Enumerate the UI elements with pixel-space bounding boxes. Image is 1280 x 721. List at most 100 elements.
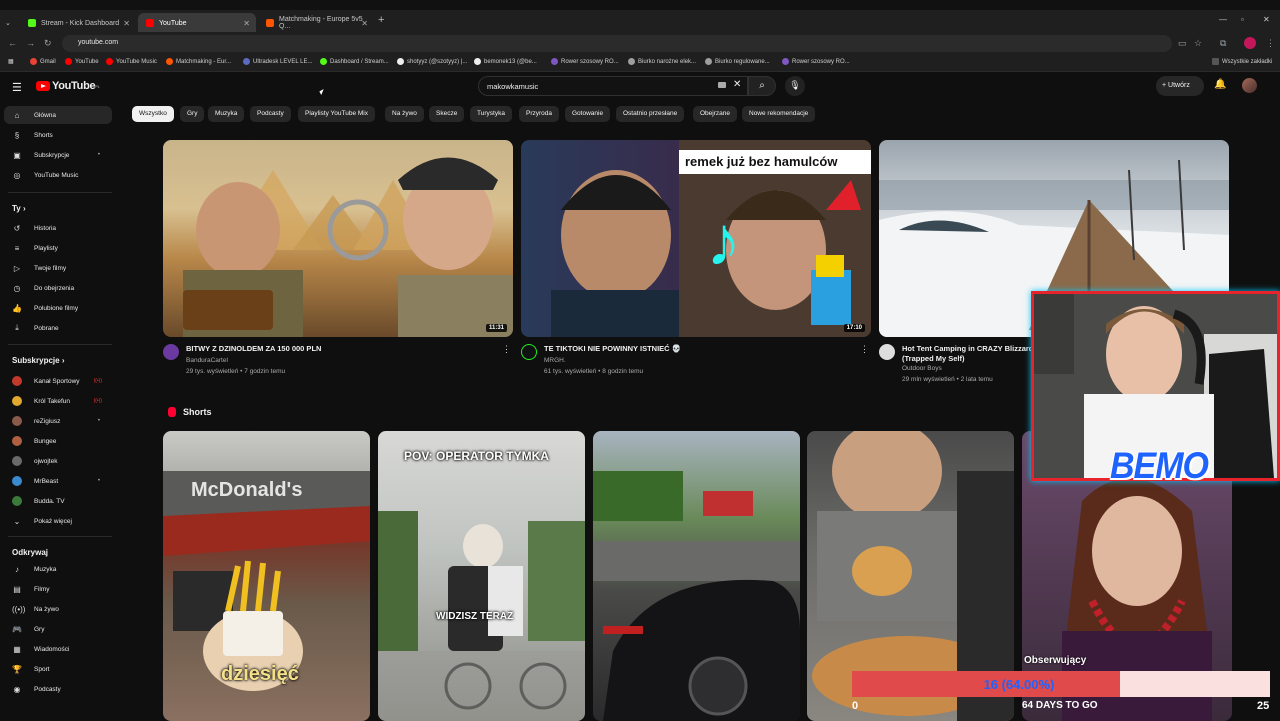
browser-menu-icon[interactable]: ⋮ (1266, 38, 1275, 49)
channel-avatar[interactable] (879, 344, 895, 360)
close-icon[interactable]: ✕ (243, 19, 250, 28)
bookmark-gmail[interactable]: Gmail (30, 58, 56, 65)
sidebar-item-live[interactable]: ((•)) Na żywo (4, 600, 112, 618)
bookmark-rower-1[interactable]: Rower szosowy RO... (551, 58, 619, 65)
close-icon[interactable]: ✕ (123, 19, 130, 28)
sidebar-item-downloads[interactable]: ⤓ Pobrane (4, 319, 112, 337)
sidebar-item-playlists[interactable]: ≡ Playlisty (4, 239, 112, 257)
avatar[interactable] (1242, 78, 1257, 93)
sidebar-you-heading[interactable]: Ty › (12, 204, 26, 213)
bookmark-star-icon[interactable]: ☆ (1194, 38, 1202, 49)
sidebar-channel-bungee[interactable]: Bungee (4, 432, 112, 450)
sidebar-channel-rezigiusz[interactable]: reZigiusz • (4, 412, 112, 430)
chip-tourism[interactable]: Turystyka (470, 106, 512, 122)
sidebar-item-films[interactable]: ▤ Filmy (4, 580, 112, 598)
short-card[interactable]: POV: OPERATOR TYMKA WIDZISZ TERAZ (378, 431, 585, 721)
all-bookmarks[interactable]: Wszystkie zakładki (1212, 58, 1272, 65)
bookmark-matchmaking[interactable]: Matchmaking - Eur... (166, 58, 231, 65)
forward-icon[interactable]: → (26, 38, 35, 48)
youtube-logo[interactable]: YouTube PL (36, 80, 100, 92)
close-icon[interactable]: ✕ (361, 19, 368, 28)
reload-icon[interactable]: ↻ (44, 38, 52, 49)
sidebar-item-history[interactable]: ↺ Historia (4, 219, 112, 237)
clear-search-icon[interactable]: ✕ (733, 79, 741, 90)
channel-name[interactable]: MRGH. (544, 357, 566, 364)
channel-avatar[interactable] (163, 344, 179, 360)
search-button[interactable]: ⌕ (748, 76, 776, 96)
chip-games[interactable]: Gry (180, 106, 205, 122)
notifications-bell-icon[interactable]: 🔔 (1214, 79, 1226, 90)
bookmark-ultradesk[interactable]: Ultradesk LEVEL LE... (243, 58, 312, 65)
chip-music[interactable]: Muzyka (208, 106, 245, 122)
new-tab-icon[interactable]: + (378, 14, 384, 26)
search-input[interactable]: makowkamusic (478, 76, 748, 96)
voice-search-button[interactable]: 🎙 (785, 76, 805, 96)
chip-youtube-mix[interactable]: Playlisty YouTube Mix (298, 106, 375, 122)
chip-recently-uploaded[interactable]: Ostatnio przesłane (616, 106, 685, 122)
bookmark-dashboard[interactable]: Dashboard / Stream... (320, 58, 389, 65)
back-icon[interactable]: ← (8, 38, 17, 48)
window-close-icon[interactable]: ✕ (1263, 15, 1270, 24)
bookmark-youtube-music[interactable]: YouTube Music (106, 58, 157, 65)
extensions-icon[interactable]: ⧉ (1220, 38, 1226, 49)
video-title[interactable]: Hot Tent Camping in CRAZY Blizzard (Trap… (902, 344, 1042, 364)
bookmark-biurko-2[interactable]: Biurko regulowane... (705, 58, 770, 65)
maximize-icon[interactable]: ▫ (1241, 15, 1244, 24)
sidebar-item-watch-later[interactable]: ◷ Do obejrzenia (4, 279, 112, 297)
cast-icon[interactable]: ▭ (1178, 38, 1187, 49)
sidebar-item-youtube-music[interactable]: ◎ YouTube Music (4, 166, 112, 184)
chip-podcasts[interactable]: Podcasty (250, 106, 291, 122)
video-thumbnail[interactable]: 11:31 (163, 140, 513, 337)
bookmark-rower-2[interactable]: Rower szosowy RO... (782, 58, 850, 65)
bookmark-tiktok-1[interactable]: shotyyz (@szotyyz) |... (397, 58, 467, 65)
sidebar-channel-ojwojtek[interactable]: ojwojtek (4, 452, 112, 470)
video-title[interactable]: BITWY Z DZINOLDEM ZA 150 000 PLN (186, 344, 486, 354)
chip-cooking[interactable]: Gotowanie (565, 106, 611, 122)
bookmark-biurko-1[interactable]: Biurko narożne elek... (628, 58, 696, 65)
tab-youtube[interactable]: YouTube ✕ (138, 13, 256, 33)
tab-kick-dashboard[interactable]: Stream - Kick Dashboard ✕ (20, 13, 136, 33)
more-options-icon[interactable]: ⋮ (860, 344, 869, 355)
sidebar-item-shorts[interactable]: § Shorts (4, 126, 112, 144)
profile-icon[interactable] (1244, 37, 1256, 49)
chip-live[interactable]: Na żywo (385, 106, 424, 122)
video-thumbnail[interactable]: ♪ remek już bez hamulców 17:10 (521, 140, 871, 337)
chip-sketches[interactable]: Skecze (429, 106, 465, 122)
channel-name[interactable]: BanduraCartel (186, 357, 228, 364)
sidebar-item-gaming[interactable]: 🎮 Gry (4, 620, 112, 638)
sidebar-channel-krol-takefun[interactable]: Król Takefun ((•)) (4, 392, 112, 410)
video-card[interactable]: ♪ remek już bez hamulców 17:10 TE TIKTOK… (521, 140, 871, 387)
apps-icon[interactable]: ▦ (8, 58, 14, 65)
short-card[interactable] (593, 431, 800, 721)
sidebar-item-liked-videos[interactable]: 👍 Polubione filmy (4, 299, 112, 317)
minimize-icon[interactable]: — (1219, 15, 1227, 24)
sidebar-show-more[interactable]: ⌄ Pokaż więcej (4, 512, 112, 530)
sidebar-item-music[interactable]: ♪ Muzyka (4, 560, 112, 578)
sidebar-item-home[interactable]: ⌂ Główna (4, 106, 112, 124)
more-options-icon[interactable]: ⋮ (502, 344, 511, 355)
keyboard-icon[interactable] (718, 82, 726, 88)
sidebar-item-news[interactable]: ▦ Wiadomości (4, 640, 112, 658)
chip-all[interactable]: Wszystko (132, 106, 174, 122)
sidebar-subscriptions-heading[interactable]: Subskrypcje › (12, 356, 64, 365)
chip-new-recommendations[interactable]: Nowe rekomendacje (742, 106, 816, 122)
video-title[interactable]: TE TIKTOKI NIE POWINNY ISTNIEĆ 💀 (544, 344, 844, 354)
sidebar-channel-mrbeast[interactable]: MrBeast • (4, 472, 112, 490)
video-card[interactable]: 11:31 BITWY Z DZINOLDEM ZA 150 000 PLN B… (163, 140, 513, 387)
bookmark-youtube[interactable]: YouTube (65, 58, 99, 65)
menu-icon[interactable]: ☰ (12, 81, 22, 94)
short-card[interactable]: McDonald's dziesięć (163, 431, 370, 721)
url-field[interactable]: youtube.com (62, 35, 1172, 52)
sidebar-item-subscriptions[interactable]: ▣ Subskrypcje • (4, 146, 112, 164)
create-button[interactable]: + Utwórz (1156, 76, 1204, 96)
sidebar-item-podcasts[interactable]: ◉ Podcasty (4, 680, 112, 698)
sidebar-channel-kanal-sportowy[interactable]: Kanał Sportowy ((•)) (4, 372, 112, 390)
channel-name[interactable]: Outdoor Boys (902, 365, 942, 372)
sidebar-channel-budda-tv[interactable]: Budda. TV (4, 492, 112, 510)
sidebar-item-your-videos[interactable]: ▷ Twoje filmy (4, 259, 112, 277)
sidebar-item-sport[interactable]: 🏆 Sport (4, 660, 112, 678)
channel-avatar[interactable] (521, 344, 537, 360)
chip-nature[interactable]: Przyroda (519, 106, 560, 122)
chip-watched[interactable]: Obejrzane (693, 106, 737, 122)
tab-search-icon[interactable]: ⌄ (2, 13, 16, 33)
